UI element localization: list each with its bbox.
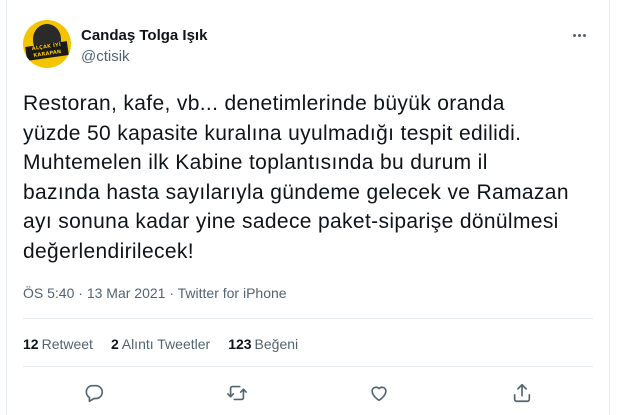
reply-button[interactable]	[77, 378, 111, 408]
heart-icon	[371, 386, 387, 402]
tweet-card: ALÇAK İYİ KARAPAN Candaş Tolga Işık @cti…	[6, 0, 610, 415]
quotes-stat[interactable]: 2 Alıntı Tweetler	[111, 336, 210, 352]
like-button[interactable]	[362, 378, 396, 408]
retweets-stat[interactable]: 12 Retweet	[23, 336, 93, 352]
avatar[interactable]: ALÇAK İYİ KARAPAN	[23, 20, 71, 68]
tweet-text-line: Muhtemelen ilk Kabine toplantısında bu d…	[23, 151, 488, 174]
retweet-button[interactable]	[220, 378, 254, 408]
tweet-source[interactable]: Twitter for iPhone	[178, 285, 287, 301]
tweet-text-line: Restoran, kafe, vb... denetimlerinde büy…	[23, 92, 505, 115]
tweet-text-line: ayı sonuna kadar yine sadece paket-sipar…	[23, 210, 559, 233]
quotes-count: 2	[110, 336, 119, 352]
tweet-stats: 12 Retweet 2 Alıntı Tweetler 123 Beğeni	[23, 336, 298, 352]
author-display-name[interactable]: Candaş Tolga Işık	[81, 27, 207, 44]
share-icon	[513, 383, 530, 403]
likes-count: 123	[228, 336, 252, 352]
meta-separator: ·	[169, 285, 178, 301]
tweet-text-line: değerlendirilecek!	[23, 239, 194, 263]
share-button[interactable]	[505, 378, 539, 408]
tweet-time[interactable]: ÖS 5:40	[23, 285, 74, 301]
tweet-header: ALÇAK İYİ KARAPAN Candaş Tolga Işık @cti…	[23, 20, 593, 70]
quotes-label: Alıntı Tweetler	[121, 336, 211, 352]
tweet-text: Restoran, kafe, vb... denetimlerinde büy…	[23, 89, 593, 266]
tweet-text-line: yüzde 50 kapasite kuralına uyulmadığı te…	[23, 121, 522, 145]
retweets-count: 12	[23, 336, 39, 352]
divider	[23, 318, 593, 319]
more-options-icon[interactable]	[567, 28, 591, 42]
meta-separator: ·	[78, 285, 87, 301]
tweet-text-line: bazında hasta sayılarıyla gündeme gelece…	[23, 180, 569, 204]
tweet-actions	[23, 378, 593, 408]
retweets-label: Retweet	[41, 336, 93, 352]
retweet-icon	[226, 385, 247, 401]
tweet-meta: ÖS 5:40 · 13 Mar 2021 · Twitter for iPho…	[23, 285, 287, 301]
likes-label: Beğeni	[254, 336, 299, 352]
likes-stat[interactable]: 123 Beğeni	[228, 336, 298, 352]
avatar-band-text: ALÇAK İYİ KARAPAN	[25, 41, 69, 61]
tweet-date[interactable]: 13 Mar 2021	[87, 285, 166, 301]
divider	[23, 366, 593, 367]
author-handle[interactable]: @ctisik	[81, 48, 130, 65]
reply-icon	[85, 384, 104, 403]
